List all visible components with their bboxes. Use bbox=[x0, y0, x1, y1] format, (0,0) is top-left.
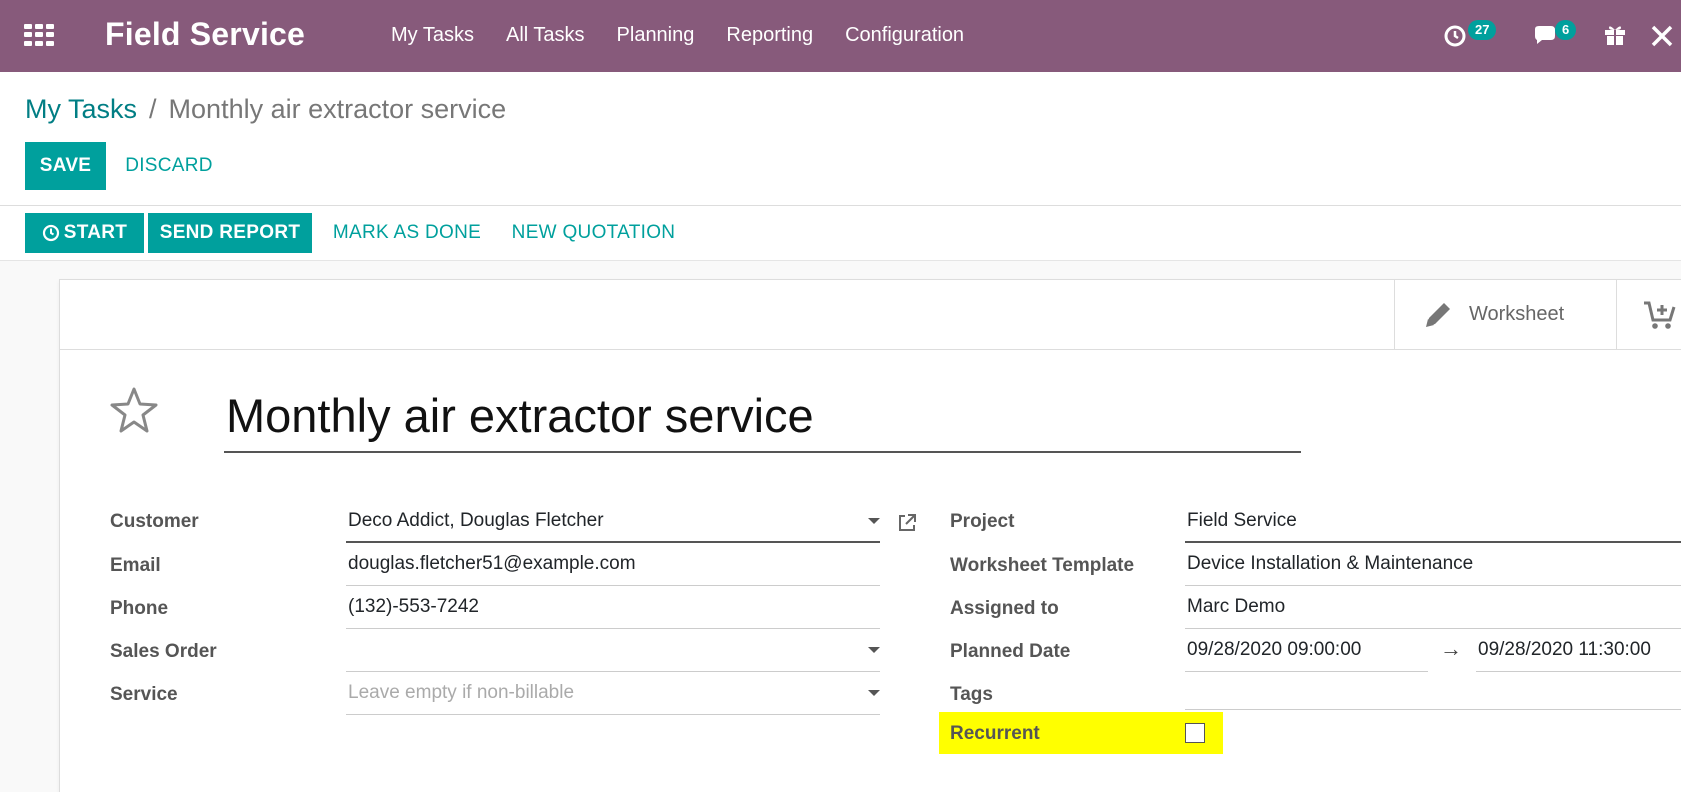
sales-order-label: Sales Order bbox=[110, 641, 217, 662]
worksheet-template-field[interactable]: Device Installation & Maintenance bbox=[1185, 546, 1681, 586]
assigned-to-field[interactable]: Marc Demo bbox=[1185, 589, 1681, 629]
menu-configuration[interactable]: Configuration bbox=[845, 24, 964, 47]
planned-date-start-field[interactable]: 09/28/2020 09:00:00 bbox=[1185, 632, 1428, 672]
tags-label: Tags bbox=[950, 684, 993, 705]
star-icon[interactable] bbox=[109, 385, 159, 435]
top-navbar: Field Service My Tasks All Tasks Plannin… bbox=[0, 0, 1681, 72]
planned-date-end-field[interactable]: 09/28/2020 11:30:00 bbox=[1476, 632, 1681, 672]
gift-icon[interactable] bbox=[1603, 18, 1639, 54]
add-to-cart-button[interactable] bbox=[1616, 280, 1681, 349]
sales-order-dropdown-icon[interactable] bbox=[868, 647, 880, 653]
phone-field[interactable]: (132)-553-7242 bbox=[346, 589, 880, 629]
activity-count-badge: 27 bbox=[1468, 20, 1497, 40]
cart-plus-icon bbox=[1644, 301, 1676, 329]
smart-button-box: Worksheet bbox=[60, 280, 1681, 350]
save-button[interactable]: SAVE bbox=[25, 142, 106, 190]
sales-order-field[interactable] bbox=[346, 632, 880, 672]
service-label: Service bbox=[110, 684, 178, 705]
project-field[interactable]: Field Service bbox=[1185, 503, 1681, 543]
new-quotation-button[interactable]: NEW QUOTATION bbox=[506, 213, 681, 253]
customer-value: Deco Addict, Douglas Fletcher bbox=[348, 510, 604, 531]
mark-as-done-button[interactable]: MARK AS DONE bbox=[322, 213, 492, 253]
customer-field[interactable]: Deco Addict, Douglas Fletcher bbox=[346, 503, 880, 543]
control-panel: My Tasks / Monthly air extractor service… bbox=[0, 72, 1681, 206]
worksheet-template-value: Device Installation & Maintenance bbox=[1187, 553, 1474, 574]
planned-date-start-value: 09/28/2020 09:00:00 bbox=[1187, 639, 1362, 660]
breadcrumb-my-tasks[interactable]: My Tasks bbox=[25, 94, 137, 125]
service-placeholder: Leave empty if non-billable bbox=[348, 682, 575, 703]
pencil-icon bbox=[1426, 302, 1450, 327]
project-label: Project bbox=[950, 511, 1015, 532]
messages-count-badge: 6 bbox=[1555, 20, 1577, 40]
send-report-button[interactable]: SEND REPORT bbox=[148, 213, 312, 253]
status-bar: START SEND REPORT MARK AS DONE NEW QUOTA… bbox=[0, 206, 1681, 261]
assigned-to-value: Marc Demo bbox=[1187, 596, 1286, 617]
worksheet-button[interactable]: Worksheet bbox=[1394, 280, 1616, 349]
menu-planning[interactable]: Planning bbox=[617, 24, 695, 47]
service-dropdown-icon[interactable] bbox=[868, 690, 880, 696]
planned-date-end-value: 09/28/2020 11:30:00 bbox=[1478, 639, 1651, 660]
phone-label: Phone bbox=[110, 598, 169, 619]
email-value: douglas.fletcher51@example.com bbox=[348, 553, 636, 574]
title-area: Monthly air extractor service bbox=[109, 385, 1309, 455]
recurrent-label: Recurrent bbox=[950, 723, 1040, 744]
recurrent-checkbox[interactable] bbox=[1185, 723, 1205, 743]
breadcrumb-current: Monthly air extractor service bbox=[168, 94, 507, 124]
tags-field[interactable] bbox=[1185, 670, 1681, 710]
start-button[interactable]: START bbox=[25, 213, 144, 253]
external-link-icon[interactable] bbox=[896, 512, 918, 534]
assigned-to-label: Assigned to bbox=[950, 598, 1059, 619]
menu-my-tasks[interactable]: My Tasks bbox=[391, 24, 474, 47]
task-title-input[interactable]: Monthly air extractor service bbox=[224, 385, 1301, 453]
customer-label: Customer bbox=[110, 511, 199, 532]
menu-reporting[interactable]: Reporting bbox=[726, 24, 813, 47]
breadcrumb-separator: / bbox=[149, 94, 157, 124]
date-range-arrow-icon: → bbox=[1440, 636, 1462, 661]
apps-menu-icon[interactable] bbox=[24, 24, 54, 46]
email-field[interactable]: douglas.fletcher51@example.com bbox=[346, 546, 880, 586]
worksheet-label: Worksheet bbox=[1469, 303, 1565, 325]
service-field[interactable]: Leave empty if non-billable bbox=[346, 675, 880, 715]
main-menu: My Tasks All Tasks Planning Reporting Co… bbox=[391, 24, 996, 47]
start-label: START bbox=[63, 222, 128, 243]
menu-all-tasks[interactable]: All Tasks bbox=[506, 24, 585, 47]
planned-date-label: Planned Date bbox=[950, 641, 1071, 662]
discard-button[interactable]: DISCARD bbox=[116, 142, 222, 190]
breadcrumb: My Tasks / Monthly air extractor service bbox=[25, 94, 506, 125]
phone-value: (132)-553-7242 bbox=[348, 596, 479, 617]
app-title: Field Service bbox=[105, 16, 306, 52]
clock-icon bbox=[42, 224, 59, 242]
email-label: Email bbox=[110, 555, 161, 576]
customer-dropdown-icon[interactable] bbox=[868, 518, 880, 524]
worksheet-template-label: Worksheet Template bbox=[950, 555, 1135, 576]
project-value: Field Service bbox=[1187, 510, 1297, 531]
tools-icon[interactable] bbox=[1650, 18, 1681, 54]
